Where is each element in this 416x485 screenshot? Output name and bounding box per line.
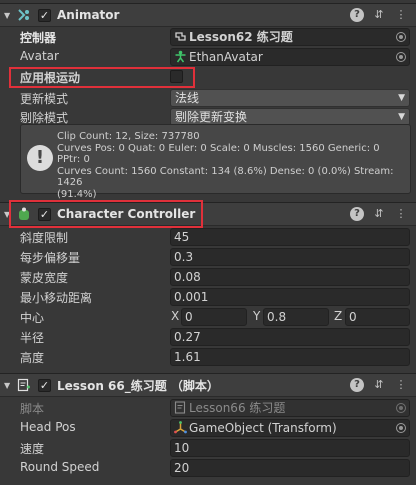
controller-row: 控制器 Lesson62 练习题 [0,27,416,47]
chevron-down-icon: ▼ [398,112,405,122]
update-mode-row: 更新模式 法线 ▼ [0,88,416,108]
object-picker-icon[interactable] [396,32,406,42]
slope-row: 斜度限制 45 [0,227,416,247]
chevron-down-icon: ▼ [398,93,405,103]
head-pos-row: Head Pos GameObject (Transform) [0,418,416,438]
skin-field[interactable]: 0.08 [170,268,410,286]
character-controller-enabled-checkbox[interactable]: ✓ [38,207,51,221]
avatar-row: Avatar EthanAvatar [0,47,416,67]
script-value: Lesson66 练习题 [189,401,286,415]
round-speed-label: Round Speed [20,460,100,474]
animator-controller-icon [175,32,186,41]
center-x-label: X [171,309,180,323]
fold-arrow-icon[interactable]: ▼ [4,11,14,20]
center-row: 中心 X 0 Y 0.8 Z 0 [0,307,416,327]
step-field[interactable]: 0.3 [170,248,410,266]
help-icon[interactable]: ? [350,378,364,392]
menu-icon[interactable]: ⋮ [394,378,408,392]
slope-label: 斜度限制 [20,231,69,245]
script-field: Lesson66 练习题 [170,399,410,417]
update-mode-value: 法线 [175,91,200,105]
script-file-icon [174,401,186,414]
height-field[interactable]: 1.61 [170,348,410,366]
character-controller-header[interactable]: ▼ ✓ Character Controller ? ⇵ ⋮ [0,202,416,226]
avatar-label: Avatar [20,49,59,63]
menu-icon[interactable]: ⋮ [394,8,408,22]
presets-icon[interactable]: ⇵ [372,378,386,392]
radius-field[interactable]: 0.27 [170,328,410,346]
center-x-field[interactable]: 0 [181,308,247,326]
animator-enabled-checkbox[interactable]: ✓ [38,8,51,22]
animator-header[interactable]: ▼ ✓ Animator ? ⇵ ⋮ [0,3,416,27]
height-row: 高度 1.61 [0,347,416,367]
radius-row: 半径 0.27 [0,327,416,347]
step-label: 每步偏移量 [20,251,81,265]
avatar-field[interactable]: EthanAvatar [170,48,410,66]
skin-label: 蒙皮宽度 [20,271,69,285]
round-speed-row: Round Speed 20 [0,458,416,478]
character-controller-icon [16,206,32,222]
root-motion-label: 应用根运动 [20,71,81,85]
step-row: 每步偏移量 0.3 [0,247,416,267]
avatar-icon [175,50,186,63]
min-move-label: 最小移动距离 [20,291,93,305]
min-move-row: 最小移动距离 0.001 [0,287,416,307]
menu-icon[interactable]: ⋮ [394,207,408,221]
root-motion-checkbox[interactable] [170,70,183,83]
clip-info-text: Clip Count: 12, Size: 737780 Curves Pos:… [57,131,394,200]
radius-label: 半径 [20,331,45,345]
skin-row: 蒙皮宽度 0.08 [0,267,416,287]
center-z-field[interactable]: 0 [345,308,410,326]
component-title: Lesson 66_练习题 （脚本） [57,378,219,393]
culling-mode-value: 剔除更新变换 [175,110,248,124]
transform-icon [174,421,187,434]
object-picker-icon[interactable] [396,423,406,433]
height-label: 高度 [20,351,45,365]
animator-icon [16,7,32,23]
info-icon: ! [27,145,53,171]
root-motion-row: 应用根运动 [0,67,416,87]
head-pos-field[interactable]: GameObject (Transform) [170,419,410,437]
fold-arrow-icon[interactable]: ▼ [4,210,14,219]
head-pos-value: GameObject (Transform) [189,421,337,435]
center-label: 中心 [20,311,45,325]
help-icon[interactable]: ? [350,8,364,22]
center-z-label: Z [334,309,343,323]
controller-label: 控制器 [20,31,57,45]
min-move-field[interactable]: 0.001 [170,288,410,306]
component-title: Animator [57,8,120,22]
presets-icon[interactable]: ⇵ [372,207,386,221]
presets-icon[interactable]: ⇵ [372,8,386,22]
object-picker-icon [396,403,406,413]
clip-info-box: ! Clip Count: 12, Size: 737780 Curves Po… [20,124,411,200]
controller-value: Lesson62 练习题 [189,30,293,44]
round-speed-field[interactable]: 20 [170,459,410,477]
script-icon [16,377,32,393]
speed-row: 速度 10 [0,438,416,458]
center-y-field[interactable]: 0.8 [263,308,329,326]
update-mode-dropdown[interactable]: 法线 ▼ [170,89,410,107]
avatar-value: EthanAvatar [189,50,263,64]
slope-field[interactable]: 45 [170,228,410,246]
fold-arrow-icon[interactable]: ▼ [4,381,14,390]
script-enabled-checkbox[interactable]: ✓ [38,378,51,392]
controller-field[interactable]: Lesson62 练习题 [170,28,410,46]
update-mode-label: 更新模式 [20,92,69,106]
center-y-label: Y [253,309,261,323]
component-title: Character Controller [57,207,196,221]
script-label: 脚本 [20,402,45,416]
help-icon[interactable]: ? [350,207,364,221]
speed-label: 速度 [20,442,45,456]
head-pos-label: Head Pos [20,420,76,434]
speed-field[interactable]: 10 [170,439,410,457]
object-picker-icon[interactable] [396,52,406,62]
script-row: 脚本 Lesson66 练习题 [0,398,416,418]
script-header[interactable]: ▼ ✓ Lesson 66_练习题 （脚本） ? ⇵ ⋮ [0,373,416,397]
